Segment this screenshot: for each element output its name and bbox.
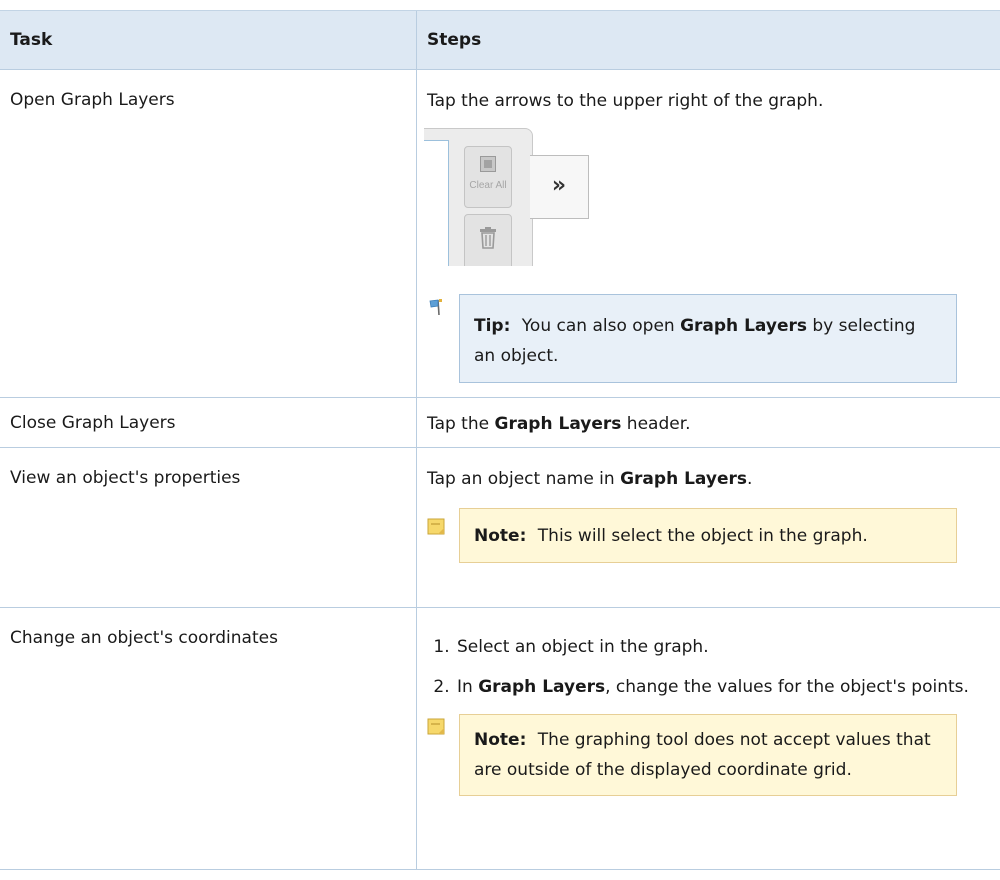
tip-callout-row: Tip: You can also open Graph Layers by s…	[427, 294, 1000, 383]
graph-canvas-edge	[424, 140, 449, 266]
note-callout-row: Note: This will select the object in the…	[427, 508, 1000, 563]
note-label: Note:	[474, 526, 527, 546]
task-cell: View an object's properties	[0, 447, 417, 608]
note-text: This will select the object in the graph…	[537, 526, 868, 546]
step-text-before: Tap the	[427, 414, 495, 434]
step-text: Tap an object name in Graph Layers.	[417, 448, 1000, 492]
tip-label: Tip:	[474, 316, 511, 336]
clear-all-button[interactable]: Clear All	[464, 146, 512, 208]
steps-cell: Tap the Graph Layers header.	[416, 397, 1000, 448]
note-icon	[427, 718, 445, 735]
step-text: Tap the arrows to the upper right of the…	[427, 91, 824, 111]
step-2-bold: Graph Layers	[478, 677, 606, 697]
flag-icon	[429, 299, 442, 316]
task-view-properties: View an object's properties	[10, 468, 241, 488]
note-callout-row: Note: The graphing tool does not accept …	[427, 714, 1000, 796]
task-open-graph-layers: Open Graph Layers	[10, 90, 175, 110]
step-2-after: , change the values for the object's poi…	[605, 677, 969, 697]
stop-icon	[480, 156, 496, 172]
task-close-graph-layers: Close Graph Layers	[10, 413, 176, 433]
task-cell: Close Graph Layers	[0, 397, 417, 448]
table-row: Close Graph Layers Tap the Graph Layers …	[0, 397, 1000, 448]
step-text: Tap the Graph Layers header.	[417, 398, 1000, 437]
clear-all-label: Clear All	[469, 180, 507, 191]
numbered-steps: Select an object in the graph. In Graph …	[417, 608, 1000, 702]
table-header-row: Task Steps	[0, 10, 1000, 70]
header-task: Task	[0, 10, 417, 70]
table-row: View an object's properties Tap an objec…	[0, 447, 1000, 608]
delete-button[interactable]	[464, 214, 512, 266]
header-steps: Steps	[416, 10, 1000, 70]
list-item: In Graph Layers, change the values for t…	[455, 672, 1000, 702]
step-text-after: .	[747, 469, 753, 489]
steps-cell: Tap an object name in Graph Layers. Note…	[416, 447, 1000, 608]
tip-text-before: You can also open	[521, 316, 681, 336]
note-callout: Note: The graphing tool does not accept …	[459, 714, 957, 796]
note-icon	[427, 518, 445, 535]
step-text-bold: Graph Layers	[494, 414, 622, 434]
note-callout: Note: This will select the object in the…	[459, 508, 957, 563]
task-cell: Change an object's coordinates	[0, 607, 417, 870]
task-cell: Open Graph Layers	[0, 69, 417, 398]
step-text-bold: Graph Layers	[620, 469, 747, 489]
double-chevron-right-icon[interactable]: »	[530, 155, 589, 219]
note-text: The graphing tool does not accept values…	[474, 730, 931, 780]
list-item: Select an object in the graph.	[455, 632, 1000, 662]
task-change-coordinates: Change an object's coordinates	[10, 628, 278, 648]
step-text-before: Tap an object name in	[427, 469, 621, 489]
graph-layers-illustration: Clear All »	[424, 128, 589, 266]
step-text-after: header.	[621, 414, 691, 434]
steps-cell: Tap the arrows to the upper right of the…	[416, 69, 1000, 398]
step-1-text: Select an object in the graph.	[457, 637, 709, 657]
table-row: Open Graph Layers Tap the arrows to the …	[0, 69, 1000, 398]
step-2-before: In	[457, 677, 479, 697]
steps-cell: Select an object in the graph. In Graph …	[416, 607, 1000, 870]
tip-callout: Tip: You can also open Graph Layers by s…	[459, 294, 957, 383]
trash-icon	[480, 227, 496, 249]
table-row: Change an object's coordinates Select an…	[0, 607, 1000, 870]
tip-text-bold: Graph Layers	[680, 316, 807, 336]
note-label: Note:	[474, 730, 527, 750]
task-steps-table: Task Steps Open Graph Layers Tap the arr…	[0, 10, 1000, 870]
